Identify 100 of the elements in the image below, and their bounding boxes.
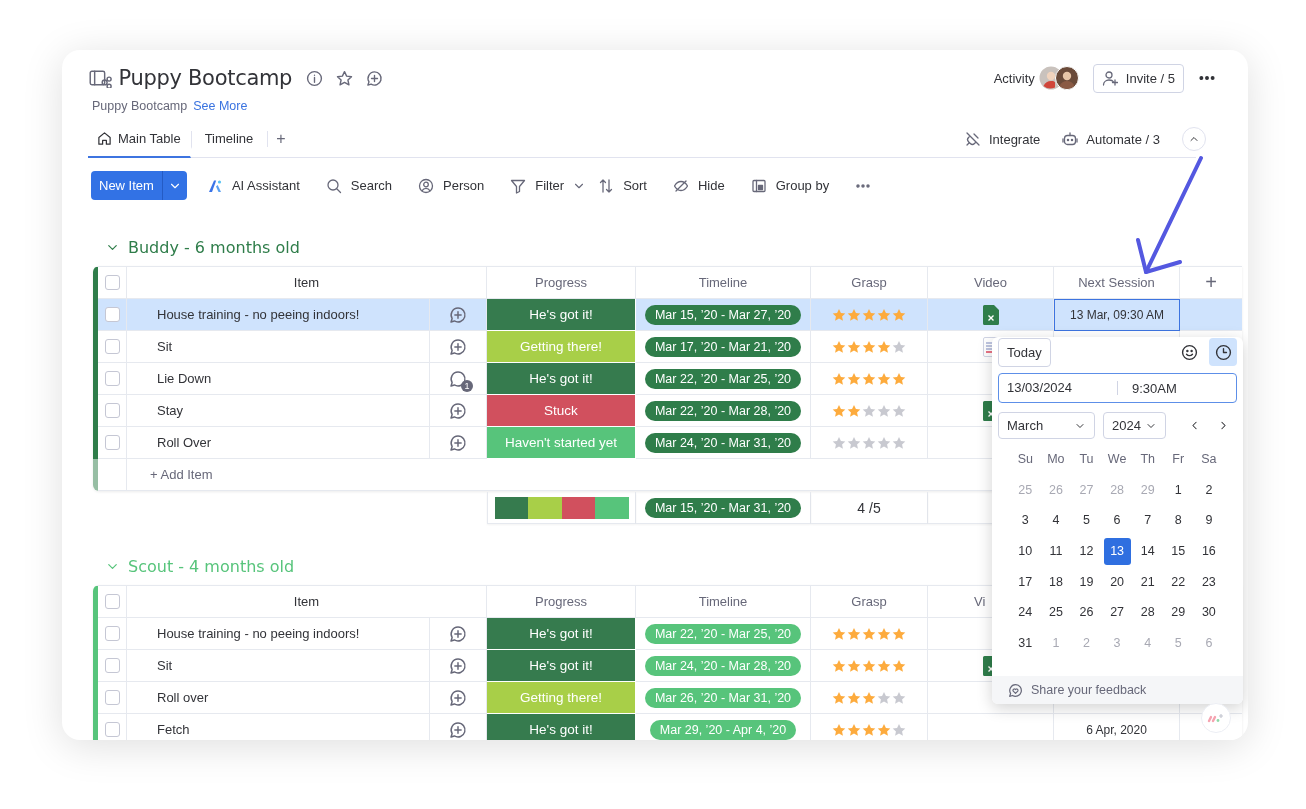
- add-update-icon[interactable]: [449, 688, 467, 707]
- add-view-button[interactable]: +: [267, 131, 294, 147]
- timeline-pill[interactable]: Mar 22, ’20 - Mar 25, ’20: [644, 368, 802, 389]
- column-header[interactable]: Progress: [535, 594, 587, 609]
- column-header[interactable]: Item: [293, 594, 320, 609]
- calendar-day[interactable]: 4: [1042, 507, 1070, 534]
- row-checkbox[interactable]: [104, 435, 120, 450]
- toolbar-button[interactable]: Filter: [510, 177, 565, 194]
- add-update-icon[interactable]: [449, 401, 467, 420]
- today-button[interactable]: Today: [998, 337, 1051, 367]
- status-label[interactable]: Stuck: [487, 395, 636, 427]
- column-header[interactable]: Grasp: [851, 594, 887, 609]
- item-name[interactable]: Stay: [157, 403, 183, 418]
- calendar-day[interactable]: 14: [1134, 537, 1162, 565]
- toolbar-button[interactable]: Person: [418, 177, 485, 194]
- add-update-icon[interactable]: [449, 624, 467, 643]
- calendar-day[interactable]: 27: [1103, 598, 1131, 626]
- row-checkbox[interactable]: [104, 690, 120, 705]
- toolbar-button[interactable]: Hide: [672, 177, 725, 194]
- invite-button[interactable]: Invite / 5: [1092, 63, 1184, 93]
- new-item-button[interactable]: New Item: [91, 171, 163, 200]
- column-header[interactable]: Timeline: [698, 594, 748, 609]
- item-name[interactable]: Sit: [157, 658, 173, 673]
- calendar-day[interactable]: 10: [1011, 537, 1039, 565]
- row-checkbox[interactable]: [104, 403, 120, 418]
- calendar-day[interactable]: 11: [1042, 537, 1070, 565]
- calendar-day[interactable]: 3: [1011, 507, 1039, 534]
- calendar-day[interactable]: 15: [1164, 537, 1192, 565]
- time-input[interactable]: 9:30AM: [1118, 380, 1177, 396]
- calendar-day[interactable]: 6: [1103, 507, 1131, 534]
- add-update-icon[interactable]: [449, 433, 467, 452]
- date-value[interactable]: 6 Apr, 2020: [1086, 722, 1147, 737]
- calendar-day[interactable]: 30: [1195, 598, 1223, 626]
- status-label[interactable]: He's got it!: [487, 714, 636, 740]
- toolbar-button[interactable]: Search: [325, 177, 393, 194]
- item-name[interactable]: Lie Down: [157, 371, 212, 386]
- row-checkbox[interactable]: [104, 626, 120, 641]
- column-header[interactable]: Timeline: [698, 275, 748, 290]
- calendar-day[interactable]: 17: [1011, 568, 1039, 596]
- calendar-day[interactable]: 7: [1134, 507, 1162, 534]
- calendar-day[interactable]: 31: [1011, 629, 1039, 657]
- item-name[interactable]: House training - no peeing indoors!: [157, 307, 360, 322]
- calendar-day[interactable]: 16: [1195, 537, 1223, 565]
- add-update-icon[interactable]: [366, 69, 384, 87]
- column-header[interactable]: Progress: [535, 275, 587, 290]
- spreadsheet-file-icon[interactable]: [982, 304, 999, 325]
- selected-row[interactable]: House training - no peeing indoors! He's got it! Mar 15, ’20 - Mar 27, ’20 13 Mar, 09:30 AM: [93, 299, 1242, 331]
- activity-link[interactable]: Activity: [993, 70, 1035, 86]
- month-dropdown[interactable]: March: [998, 412, 1095, 439]
- new-item-menu-button[interactable]: [162, 171, 187, 200]
- star-icon[interactable]: [336, 69, 354, 87]
- calendar-day[interactable]: 23: [1195, 568, 1223, 596]
- chat-bubble-icon[interactable]: [449, 369, 467, 388]
- add-update-icon[interactable]: [449, 656, 467, 675]
- calendar-day[interactable]: 28: [1134, 598, 1162, 626]
- column-header[interactable]: Next Session: [1078, 275, 1155, 290]
- row-checkbox[interactable]: [104, 339, 120, 354]
- calendar-day[interactable]: 9: [1195, 507, 1223, 534]
- calendar-day[interactable]: 1: [1164, 476, 1192, 504]
- toolbar-button[interactable]: AI Assistant: [206, 177, 300, 194]
- item-name[interactable]: Fetch: [157, 722, 190, 737]
- calendar-day[interactable]: 13: [1103, 537, 1131, 565]
- calendar-day[interactable]: 12: [1073, 537, 1100, 565]
- date-time-field[interactable]: 13/03/2024 9:30AM: [998, 373, 1237, 403]
- info-icon[interactable]: [306, 69, 324, 87]
- select-all-checkbox[interactable]: [104, 275, 120, 290]
- add-update-icon[interactable]: [449, 720, 467, 739]
- view-tab[interactable]: Timeline: [190, 130, 268, 149]
- calendar-day[interactable]: 21: [1134, 568, 1162, 596]
- calendar-day[interactable]: 22: [1164, 568, 1192, 596]
- calendar-day[interactable]: 2: [1195, 476, 1223, 504]
- add-update-icon[interactable]: [449, 305, 467, 324]
- add-update-icon[interactable]: [449, 337, 467, 356]
- calendar-day[interactable]: 19: [1073, 568, 1100, 596]
- row-checkbox[interactable]: [104, 371, 120, 386]
- column-header[interactable]: Video: [974, 275, 1007, 290]
- add-column-button[interactable]: +: [1205, 271, 1217, 294]
- status-label[interactable]: He's got it!: [487, 299, 636, 331]
- add-item-field[interactable]: + Add Item: [150, 467, 213, 482]
- calendar-day[interactable]: 29: [1164, 598, 1192, 626]
- calendar-day[interactable]: 8: [1164, 507, 1192, 534]
- column-header[interactable]: Item: [293, 275, 320, 290]
- calendar-day[interactable]: 24: [1011, 598, 1039, 626]
- item-name[interactable]: Roll Over: [157, 435, 212, 450]
- calendar-day[interactable]: 26: [1073, 598, 1100, 626]
- toolbar-button[interactable]: Group by: [750, 177, 830, 194]
- row-checkbox[interactable]: [104, 658, 120, 673]
- status-label[interactable]: He's got it!: [487, 363, 636, 395]
- select-all-checkbox[interactable]: [104, 594, 120, 609]
- column-header[interactable]: Vi: [974, 594, 986, 609]
- calendar-day[interactable]: 5: [1073, 507, 1100, 534]
- view-action-button[interactable]: Integrate: [964, 131, 1041, 147]
- row-checkbox[interactable]: [104, 307, 120, 322]
- row-checkbox[interactable]: [104, 722, 120, 737]
- year-dropdown[interactable]: 2024: [1103, 412, 1166, 439]
- item-name[interactable]: House training - no peeing indoors!: [157, 626, 360, 641]
- status-label[interactable]: He's got it!: [487, 650, 636, 682]
- group-title[interactable]: Buddy - 6 months old: [128, 237, 300, 257]
- date-input[interactable]: 13/03/2024: [999, 381, 1118, 395]
- view-action-button[interactable]: Automate / 3: [1062, 131, 1160, 147]
